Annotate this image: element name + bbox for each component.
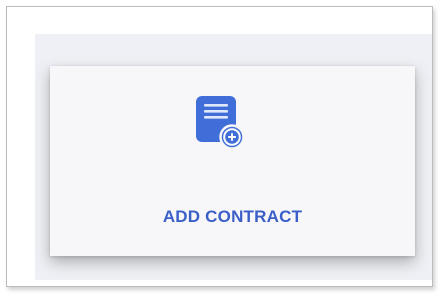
add-contract-label: ADD CONTRACT (162, 207, 303, 226)
add-contract-card[interactable]: ADD CONTRACT (50, 66, 415, 256)
add-document-icon (196, 96, 244, 150)
